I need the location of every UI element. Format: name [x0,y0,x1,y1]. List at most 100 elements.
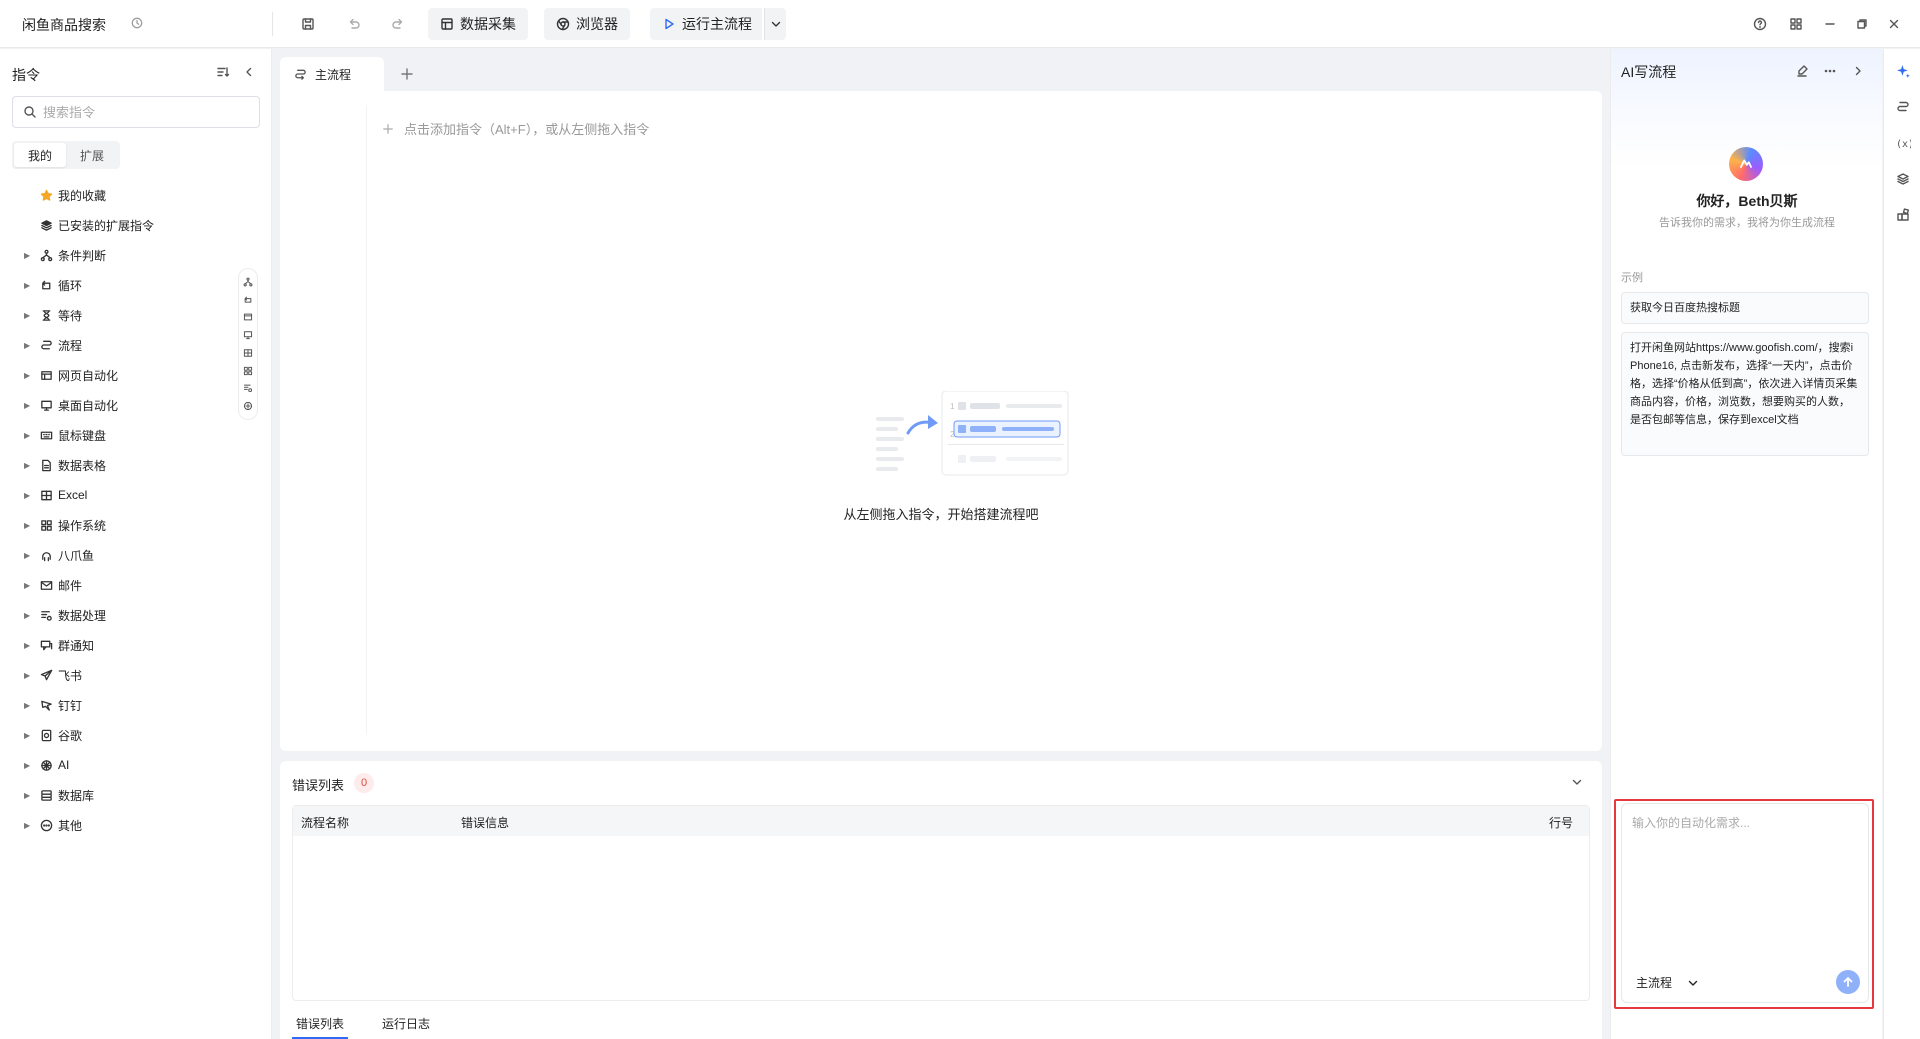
command-category-label: 循环 [58,278,83,293]
command-category[interactable]: ▶ 谷歌 [0,720,240,750]
command-category[interactable]: ▶我的收藏 [0,180,240,210]
command-category[interactable]: ▶ 数据表格 [0,450,240,480]
command-search-input[interactable] [43,104,243,120]
expand-arrow-icon[interactable]: ▶ [24,641,32,650]
tab-mine[interactable]: 我的 [14,143,66,167]
command-category[interactable]: ▶ 飞书 [0,660,240,690]
tab-error-list[interactable]: 错误列表 [292,1007,349,1039]
excel-icon[interactable] [243,348,253,358]
run-options-dropdown[interactable] [764,8,786,40]
minimize-button[interactable] [1818,12,1842,36]
command-category[interactable]: ▶ 邮件 [0,570,240,600]
add-tab-button[interactable] [398,65,416,83]
expand-arrow-icon[interactable]: ▶ [24,671,32,680]
redo-button[interactable] [386,12,410,36]
desktop-icon[interactable] [243,330,253,340]
ai-icon[interactable] [243,401,253,411]
example-prompt[interactable]: 获取今日百度热搜标题 [1621,292,1869,324]
clear-chat-icon[interactable] [1795,64,1809,78]
ai-write-flow-panel: AI写流程 你好，Beth贝斯 告诉我你的需求，我将为你生成流程 示例 获取今日… [1610,49,1882,1039]
expand-arrow-icon[interactable]: ▶ [24,371,32,380]
command-category[interactable]: ▶ 桌面自动化 [0,390,240,420]
expand-arrow-icon[interactable]: ▶ [24,551,32,560]
flow-tab-strip: 主流程 [280,57,1602,91]
close-ai-panel-icon[interactable] [1851,64,1865,78]
expand-arrow-icon[interactable]: ▶ [24,401,32,410]
apps-button[interactable] [1784,12,1808,36]
command-category[interactable]: ▶ 数据处理 [0,600,240,630]
command-category[interactable]: ▶ 其他 [0,810,240,840]
branch-icon [40,249,53,262]
command-category[interactable]: ▶ 数据库 [0,780,240,810]
grid-icon[interactable] [243,366,253,376]
restore-button[interactable] [1850,12,1874,36]
flow-rail-button[interactable] [1893,97,1913,117]
tab-extensions[interactable]: 扩展 [66,143,118,167]
more-options-icon[interactable] [1823,64,1837,78]
browser-button[interactable]: 浏览器 [544,8,630,40]
command-category[interactable]: ▶ Excel [0,480,240,510]
expand-arrow-icon[interactable]: ▶ [24,521,32,530]
restore-icon [1857,19,1867,29]
expand-arrow-icon[interactable]: ▶ [24,791,32,800]
data-process-icon[interactable] [243,383,253,393]
ai-assistant-rail-button[interactable] [1893,61,1913,81]
components-rail-button[interactable] [1893,205,1913,225]
undo-button[interactable] [342,12,366,36]
close-window-button[interactable] [1882,12,1906,36]
loop-icon[interactable] [243,295,253,305]
send-button[interactable] [1836,970,1860,994]
browser-window-icon[interactable] [243,312,253,322]
command-category[interactable]: ▶ 钉钉 [0,690,240,720]
command-category[interactable]: ▶已安装的扩展指令 [0,210,240,240]
branch-icon[interactable] [243,277,253,287]
target-flow-select[interactable]: 主流程 [1636,974,1700,991]
ai-request-input[interactable] [1632,814,1858,944]
expand-arrow-icon[interactable]: ▶ [24,461,32,470]
expand-arrow-icon[interactable]: ▶ [24,611,32,620]
data-capture-button[interactable]: 数据采集 [428,8,528,40]
command-category[interactable]: ▶ 流程 [0,330,240,360]
command-category[interactable]: ▶ 操作系统 [0,510,240,540]
expand-arrow-icon[interactable]: ▶ [24,701,32,710]
expand-arrow-icon[interactable]: ▶ [24,281,32,290]
expand-arrow-icon[interactable]: ▶ [24,431,32,440]
command-category[interactable]: ▶ 八爪鱼 [0,540,240,570]
history-icon[interactable] [131,17,143,29]
expand-arrow-icon[interactable]: ▶ [24,341,32,350]
collapse-panel-icon[interactable] [242,65,256,79]
command-category-label: 流程 [58,338,83,353]
command-search-box[interactable] [12,96,260,128]
flow-editor-canvas[interactable]: 点击添加指令（Alt+F），或从左侧拖入指令 1 2 从左侧拖入指令，开始搭建流… [280,91,1602,751]
expand-arrow-icon[interactable]: ▶ [24,761,32,770]
command-category[interactable]: ▶ 群通知 [0,630,240,660]
collapse-error-panel-button[interactable] [1570,775,1584,789]
command-category[interactable]: ▶ AI [0,750,240,780]
command-category-label: 鼠标键盘 [58,428,107,443]
expand-arrow-icon[interactable]: ▶ [24,821,32,830]
command-category[interactable]: ▶ 条件判断 [0,240,240,270]
add-command-hint[interactable]: 点击添加指令（Alt+F），或从左侧拖入指令 [382,119,649,138]
column-error-message: 错误信息 [461,816,510,830]
command-category[interactable]: ▶ 等待 [0,300,240,330]
example-prompt[interactable]: 打开闲鱼网站https://www.goofish.com/，搜索iPhone1… [1621,332,1869,456]
tab-main-flow[interactable]: 主流程 [280,57,384,91]
command-category[interactable]: ▶ 鼠标键盘 [0,420,240,450]
mail-icon [40,579,53,592]
tab-run-log[interactable]: 运行日志 [378,1007,434,1039]
run-main-flow-button[interactable]: 运行主流程 [650,8,762,40]
help-button[interactable] [1748,12,1772,36]
expand-arrow-icon[interactable]: ▶ [24,731,32,740]
help-icon [1753,17,1767,31]
sort-icon[interactable] [216,65,230,79]
layers-rail-button[interactable] [1893,169,1913,189]
expand-arrow-icon[interactable]: ▶ [24,581,32,590]
variables-rail-button[interactable]: (x) [1893,133,1913,153]
expand-arrow-icon[interactable]: ▶ [24,251,32,260]
command-category[interactable]: ▶ 循环 [0,270,240,300]
expand-arrow-icon[interactable]: ▶ [24,491,32,500]
grid-icon [40,519,53,532]
command-category[interactable]: ▶ 网页自动化 [0,360,240,390]
save-button[interactable] [296,12,320,36]
expand-arrow-icon[interactable]: ▶ [24,311,32,320]
